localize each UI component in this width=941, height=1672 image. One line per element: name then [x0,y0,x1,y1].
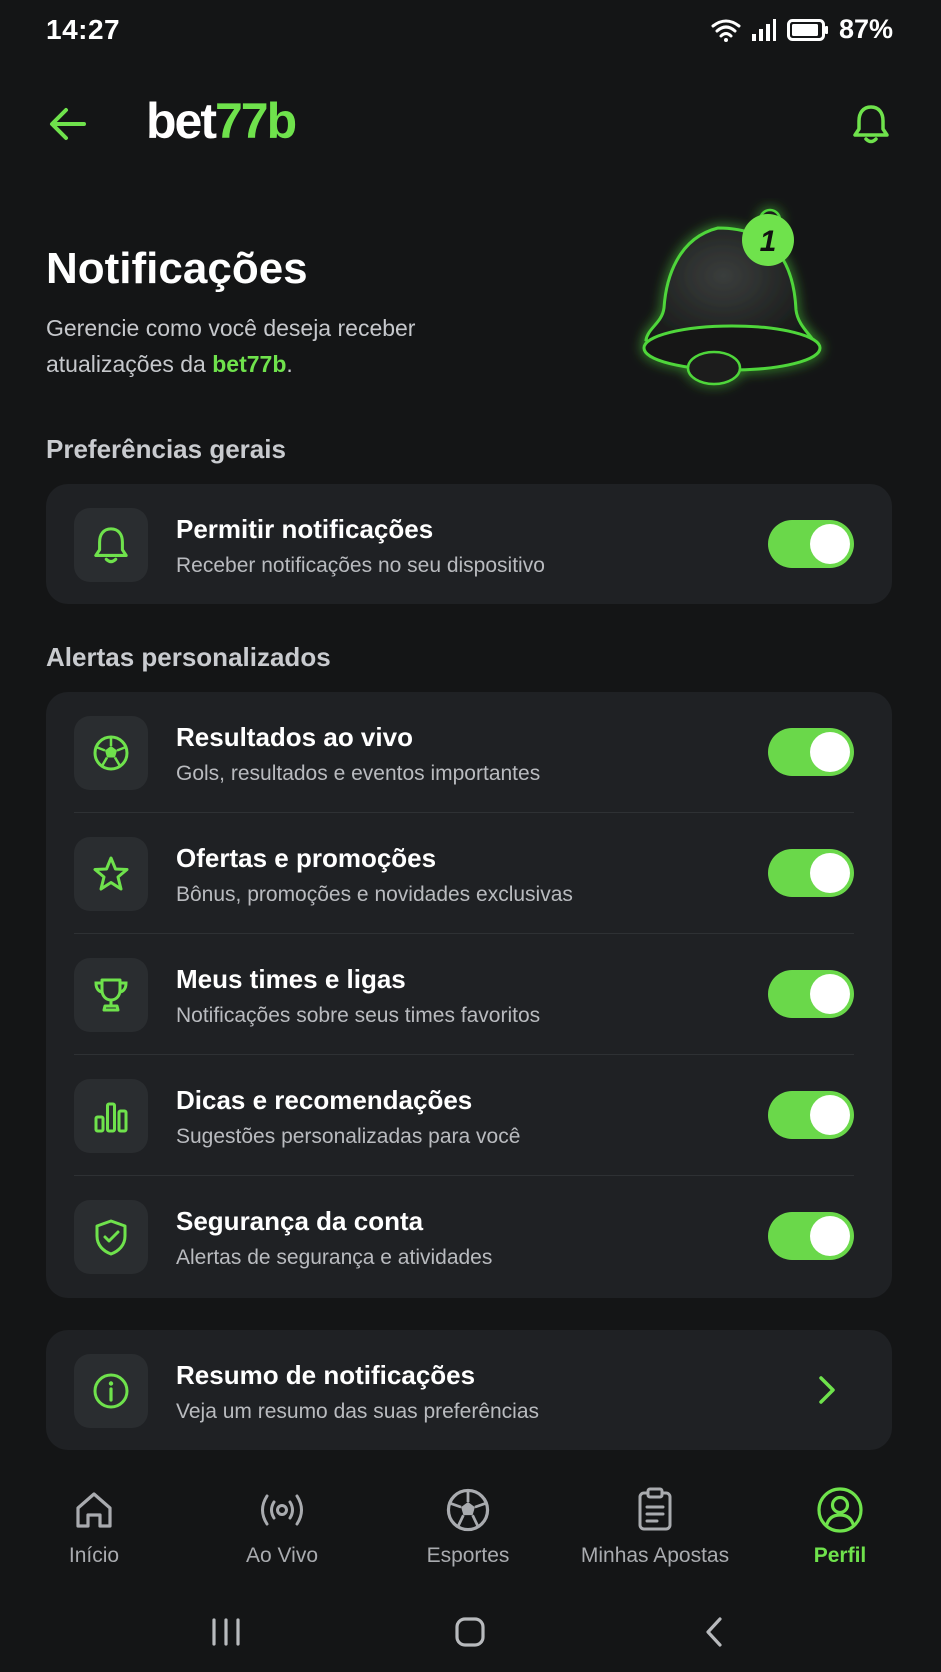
row-title: Segurança da conta [176,1206,424,1236]
recent-apps-button[interactable] [196,1604,256,1660]
summary-card[interactable]: Resumo de notificações Veja um resumo da… [46,1330,892,1450]
toggle-knob [810,1216,850,1256]
soccer-ball-icon [442,1484,494,1536]
recent-apps-icon [212,1618,240,1646]
row-title: Permitir notificações [176,514,434,544]
row-live-results[interactable]: Resultados ao vivo Gols, resultados e ev… [46,692,892,813]
row-notifications-summary[interactable]: Resumo de notificações Veja um resumo da… [46,1330,892,1451]
row-teams-leagues[interactable]: Meus times e ligas Notificações sobre se… [46,934,892,1055]
logo-accent: 77b [215,93,297,149]
nav-label: Início [68,1544,120,1567]
nav-item-home[interactable]: Início [4,1484,184,1568]
status-icons: 87% [711,14,893,45]
row-desc: Alertas de segurança e atividades [176,1246,493,1269]
row-title: Dicas e recomendações [176,1085,473,1115]
bottom-navigation: Início Ao Vivo Esportes Minhas Apostas P… [0,1484,941,1594]
row-desc: Bônus, promoções e novidades exclusivas [176,883,573,906]
toggle-knob [810,974,850,1014]
battery-icon [786,18,828,41]
offers-promotions-toggle[interactable] [768,849,854,897]
teams-leagues-toggle[interactable] [768,970,854,1018]
star-icon [74,837,148,911]
nav-label: Ao Vivo [246,1544,318,1567]
custom-alerts-card: Resultados ao vivo Gols, resultados e ev… [46,692,892,1298]
row-desc: Gols, resultados e eventos importantes [176,762,541,785]
row-allow-notifications[interactable]: Permitir notificações Receber notificaçõ… [46,484,892,605]
bar-chart-icon [74,1079,148,1153]
nav-item-my-bets[interactable]: Minhas Apostas [565,1484,745,1568]
chevron-right-icon [810,1373,844,1407]
shield-icon [74,1200,148,1274]
arrow-left-icon [50,108,86,140]
toggle-knob [810,524,850,564]
row-desc: Notificações sobre seus times favoritos [176,1004,541,1027]
profile-icon [814,1484,866,1536]
page-title: Notificações [46,244,308,293]
allow-notifications-toggle[interactable] [768,520,854,568]
row-desc: Receber notificações no seu dispositivo [176,554,545,577]
row-title: Resumo de notificações [176,1360,476,1390]
row-desc: Veja um resumo das suas preferências [176,1400,540,1423]
nav-label: Minhas Apostas [580,1544,730,1567]
nav-label: Perfil [813,1544,867,1567]
row-title: Resultados ao vivo [176,722,413,752]
system-navigation-bar [0,1604,941,1660]
bell-icon [853,105,889,144]
brand-logo: bet77b [146,92,297,150]
wifi-icon [711,19,741,42]
live-results-toggle[interactable] [768,728,854,776]
trophy-icon [74,958,148,1032]
subtitle-end: . [286,351,293,377]
toggle-knob [810,853,850,893]
back-button[interactable] [44,100,92,148]
row-desc: Sugestões personalizadas para você [176,1125,521,1148]
row-title: Meus times e ligas [176,964,406,994]
badge-count: 1 [760,225,777,258]
hero-bell-illustration: 1 [628,198,848,418]
page-subtitle: Gerencie como você deseja receber atuali… [46,310,506,382]
nav-item-profile[interactable]: Perfil [750,1484,930,1568]
row-title: Ofertas e promoções [176,843,437,873]
info-icon [74,1354,148,1428]
toggle-knob [810,732,850,772]
nav-item-sports[interactable]: Esportes [378,1484,558,1568]
nav-item-live[interactable]: Ao Vivo [192,1484,372,1568]
battery-percent: 87% [838,14,893,44]
system-back-button[interactable] [684,1604,744,1660]
tips-recommendations-toggle[interactable] [768,1091,854,1139]
clipboard-icon [629,1484,681,1536]
status-time: 14:27 [46,14,121,45]
row-offers-promotions[interactable]: Ofertas e promoções Bônus, promoções e n… [46,813,892,934]
section-label-general: Preferências gerais [46,434,286,464]
section-label-custom: Alertas personalizados [46,642,331,672]
home-icon [68,1484,120,1536]
signal-icon [751,18,776,41]
chevron-left-icon [706,1617,722,1647]
row-account-security[interactable]: Segurança da conta Alertas de segurança … [46,1176,892,1297]
home-square-icon [455,1617,485,1647]
soccer-ball-icon [74,716,148,790]
account-security-toggle[interactable] [768,1212,854,1260]
notifications-button[interactable] [845,98,897,150]
home-system-button[interactable] [440,1604,500,1660]
row-tips-recommendations[interactable]: Dicas e recomendações Sugestões personal… [46,1055,892,1176]
nav-label: Esportes [426,1544,510,1567]
toggle-knob [810,1095,850,1135]
live-broadcast-icon [256,1484,308,1536]
bell-icon [74,508,148,582]
logo-main: bet [146,93,217,149]
general-preferences-card: Permitir notificações Receber notificaçõ… [46,484,892,604]
subtitle-brand: bet77b [212,351,287,377]
